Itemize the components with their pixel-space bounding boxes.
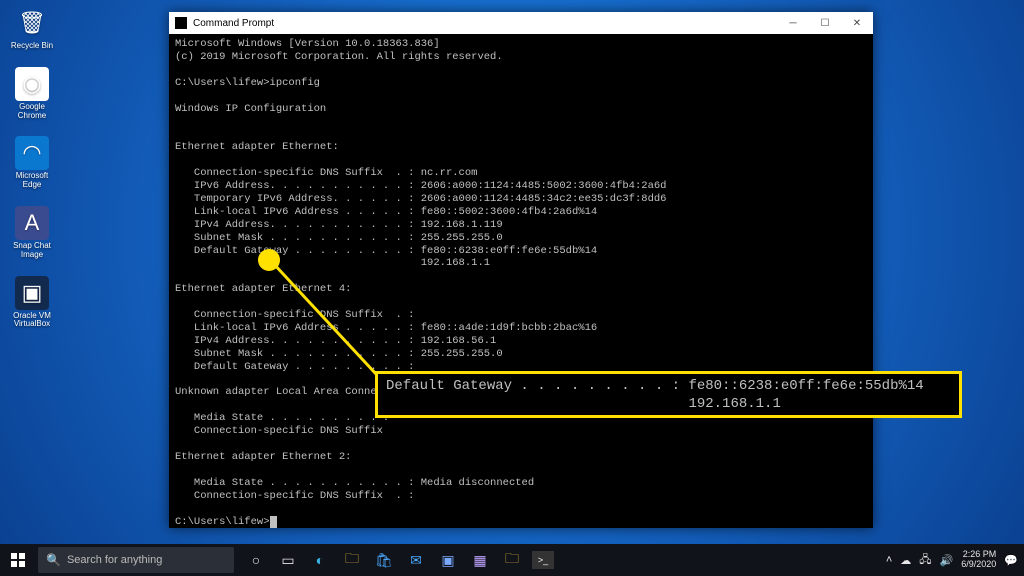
system-tray[interactable]: ˄ ☁ 🖧 🔊 2:26 PM 6/9/2020 💬: [886, 544, 1018, 576]
term-line: IPv4 Address. . . . . . . . . . . : 192.…: [175, 335, 496, 347]
cmd-taskbar-icon[interactable]: >_: [532, 551, 554, 569]
maximize-button[interactable]: ☐: [809, 12, 841, 34]
desktop-icon-google-chrome[interactable]: ◉ Google Chrome: [6, 67, 58, 121]
tray-cloud-icon[interactable]: ☁: [900, 554, 911, 567]
term-line: Unknown adapter Local Area Connect: [175, 386, 389, 398]
minimize-button[interactable]: ─: [777, 12, 809, 34]
mail-taskbar-icon[interactable]: ✉: [404, 548, 428, 572]
command-prompt-window[interactable]: >_ Command Prompt ─ ☐ ✕ Microsoft Window…: [169, 12, 873, 528]
titlebar[interactable]: >_ Command Prompt ─ ☐ ✕: [169, 12, 873, 34]
desktop-icon-microsoft-edge[interactable]: ◠ Microsoft Edge: [6, 136, 58, 190]
term-line: Media State . . . . . . . . . . . : Medi…: [175, 477, 534, 489]
term-line: Connection-specific DNS Suffix: [175, 425, 383, 437]
callout-line: 192.168.1.1: [386, 396, 781, 412]
vbox-taskbar-icon[interactable]: ▣: [436, 548, 460, 572]
desktop-icon-recycle-bin[interactable]: 🗑 Recycle Bin: [6, 6, 58, 51]
virtualbox-icon: ▣: [15, 276, 49, 310]
clock-date: 6/9/2020: [961, 560, 996, 570]
term-line: Ethernet adapter Ethernet 4:: [175, 283, 351, 295]
callout-line: Default Gateway . . . . . . . . . : fe80…: [386, 378, 924, 394]
desktop-icon-label: Oracle VM VirtualBox: [6, 312, 58, 330]
term-line: Subnet Mask . . . . . . . . . . . : 255.…: [175, 348, 503, 360]
term-line: Connection-specific DNS Suffix . :: [175, 309, 414, 321]
term-line: IPv4 Address. . . . . . . . . . . : 192.…: [175, 219, 503, 231]
edge-icon: ◠: [15, 136, 49, 170]
taskbar[interactable]: 🔍 Search for anything ○ ▭ ◐ 🗀 🛍 ✉ ▣ ▦ 🗀 …: [0, 544, 1024, 576]
term-line: Temporary IPv6 Address. . . . . . : 2606…: [175, 193, 666, 205]
term-line: 192.168.1.1: [175, 257, 490, 269]
search-box[interactable]: 🔍 Search for anything: [38, 547, 234, 573]
term-line: Windows IP Configuration: [175, 103, 326, 115]
search-icon: 🔍: [46, 553, 61, 567]
callout-box: Default Gateway . . . . . . . . . : fe80…: [375, 371, 962, 418]
chrome-icon: ◉: [15, 67, 49, 101]
term-line: Connection-specific DNS Suffix . : nc.rr…: [175, 167, 477, 179]
term-line: C:\Users\lifew>: [175, 516, 270, 528]
clock[interactable]: 2:26 PM 6/9/2020: [961, 550, 996, 570]
term-line: Subnet Mask . . . . . . . . . . . : 255.…: [175, 232, 503, 244]
edge-taskbar-icon[interactable]: ◐: [308, 548, 332, 572]
desktop-icon-label: Google Chrome: [6, 103, 58, 121]
snap-icon: A: [15, 206, 49, 240]
store-taskbar-icon[interactable]: 🛍: [372, 548, 396, 572]
term-line: Link-local IPv6 Address . . . . . : fe80…: [175, 322, 597, 334]
term-line: Microsoft Windows [Version 10.0.18363.83…: [175, 38, 440, 50]
cmd-icon: >_: [175, 17, 187, 29]
desktop-icon-label: Snap Chat Image: [6, 242, 58, 260]
task-view-icon[interactable]: ▭: [276, 548, 300, 572]
snap-taskbar-icon[interactable]: ▦: [468, 548, 492, 572]
notifications-icon[interactable]: 💬: [1004, 554, 1018, 567]
tray-network-icon[interactable]: 🖧: [919, 551, 931, 570]
term-line: Ethernet adapter Ethernet:: [175, 141, 339, 153]
term-line: Connection-specific DNS Suffix . :: [175, 490, 414, 502]
desktop-icon-oracle-vm-virtualbox[interactable]: ▣ Oracle VM VirtualBox: [6, 276, 58, 330]
taskbar-pinned: ○ ▭ ◐ 🗀 🛍 ✉ ▣ ▦ 🗀 >_: [244, 548, 554, 572]
explorer-taskbar-icon[interactable]: 🗀: [340, 548, 364, 572]
desktop-icon-label: Recycle Bin: [11, 42, 53, 51]
highlight-dot: [258, 249, 280, 271]
desktop-icon-snap-chat-image[interactable]: A Snap Chat Image: [6, 206, 58, 260]
close-button[interactable]: ✕: [841, 12, 873, 34]
term-line: C:\Users\lifew>ipconfig: [175, 77, 320, 89]
term-line: Link-local IPv6 Address . . . . . : fe80…: [175, 206, 597, 218]
term-line: IPv6 Address. . . . . . . . . . . : 2606…: [175, 180, 666, 192]
terminal-output[interactable]: Microsoft Windows [Version 10.0.18363.83…: [169, 34, 873, 528]
windows-icon: [11, 553, 25, 567]
desktop-icon-label: Microsoft Edge: [6, 172, 58, 190]
term-line: (c) 2019 Microsoft Corporation. All righ…: [175, 51, 503, 63]
recycle-bin-icon: 🗑: [15, 6, 49, 40]
desktop-icons: 🗑 Recycle Bin ◉ Google Chrome ◠ Microsof…: [6, 6, 58, 329]
explorer2-taskbar-icon[interactable]: 🗀: [500, 548, 524, 572]
tray-volume-icon[interactable]: 🔊: [940, 554, 954, 567]
window-title: Command Prompt: [193, 18, 274, 29]
term-line: Ethernet adapter Ethernet 2:: [175, 451, 351, 463]
start-button[interactable]: [0, 544, 36, 576]
tray-chevron-icon[interactable]: ˄: [886, 554, 892, 566]
term-line: Default Gateway . . . . . . . . . : fe80…: [175, 245, 597, 257]
cortana-icon[interactable]: ○: [244, 548, 268, 572]
cursor: [270, 516, 277, 528]
search-placeholder: Search for anything: [67, 554, 162, 566]
term-line: Media State . . . . . . . . . .: [175, 412, 389, 424]
